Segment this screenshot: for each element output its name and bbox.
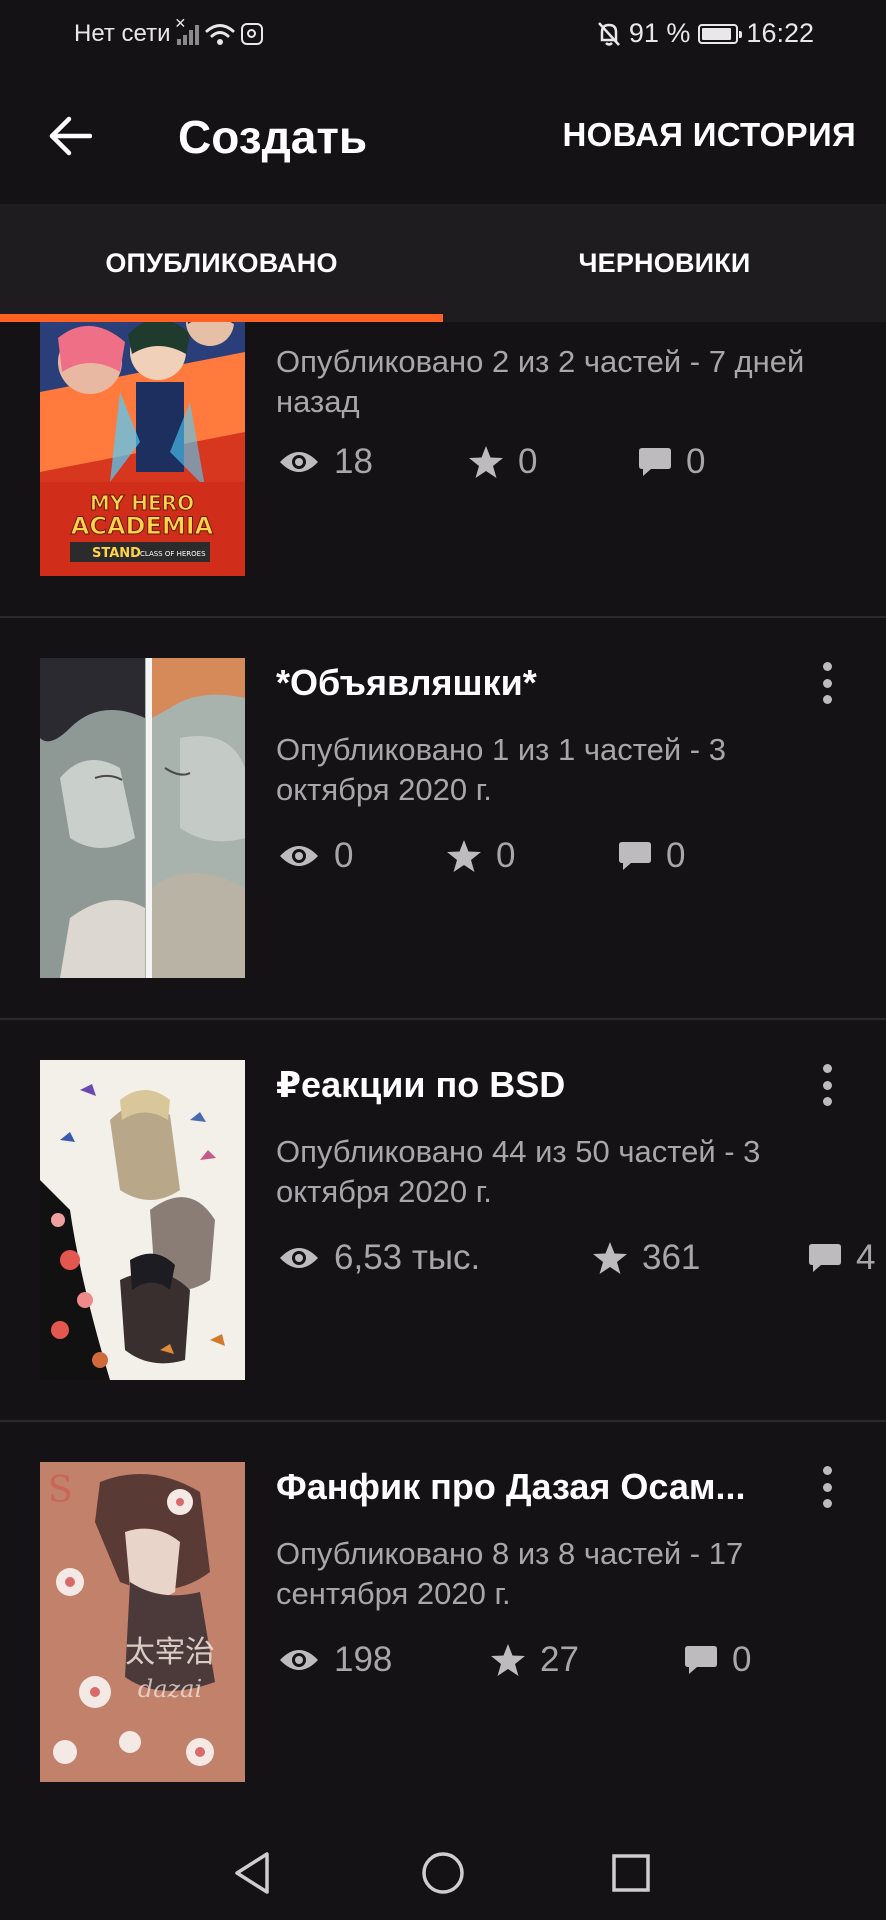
nav-recents-button[interactable] xyxy=(604,1846,658,1900)
story-cover xyxy=(40,658,245,978)
more-vert-icon xyxy=(822,1064,832,1073)
tab-published[interactable]: ОПУБЛИКОВАНО xyxy=(0,204,443,322)
story-cover: MY HERO ACADEMIA STAND CLASS OF HEROES xyxy=(40,322,245,576)
story-item[interactable]: ₽еакции по BSD Опубликовано 44 из 50 час… xyxy=(0,1020,886,1422)
views-stat: 18 xyxy=(278,442,373,482)
story-title: ₽еакции по BSD xyxy=(276,1064,566,1105)
comments-stat: 4 xyxy=(808,1238,875,1278)
comments-stat: 0 xyxy=(684,1640,751,1680)
tab-drafts[interactable]: ЧЕРНОВИКИ xyxy=(443,204,886,322)
comments-stat: 0 xyxy=(618,836,685,876)
comment-icon xyxy=(685,1646,717,1674)
comment-icon xyxy=(619,842,651,870)
story-item[interactable]: *Объявляшки* Опубликовано 1 из 1 частей … xyxy=(0,618,886,1020)
status-left: Нет сети ✕ xyxy=(74,15,263,48)
eye-icon xyxy=(280,846,318,866)
story-meta: Опубликовано 44 из 50 частей - 3 октября… xyxy=(276,1134,761,1209)
views-count: 6,53 тыс. xyxy=(334,1238,481,1277)
story-stats: 198 27 0 xyxy=(278,1640,886,1690)
clock: 16:22 xyxy=(746,18,814,48)
votes-count: 361 xyxy=(642,1238,701,1277)
story-meta: Опубликовано 2 из 2 частей - 7 дней наза… xyxy=(276,344,805,419)
svg-text:STAND: STAND xyxy=(92,546,141,561)
story-item[interactable]: MY HERO ACADEMIA STAND CLASS OF HEROES О… xyxy=(0,322,886,618)
tab-bar: ОПУБЛИКОВАНО ЧЕРНОВИКИ xyxy=(0,204,886,322)
comments-count: 0 xyxy=(732,1640,752,1679)
story-title: Фанфик про Дазая Осам... xyxy=(276,1466,746,1507)
comments-stat: 0 xyxy=(638,442,705,482)
views-stat: 6,53 тыс. xyxy=(278,1238,480,1278)
battery-icon xyxy=(698,23,743,44)
views-stat: 0 xyxy=(278,836,353,876)
page-title: Создать xyxy=(178,111,368,163)
story-stats: 6,53 тыс. 361 4 xyxy=(278,1238,886,1288)
story-stats: 0 0 0 xyxy=(278,836,886,886)
votes-count: 0 xyxy=(518,442,538,481)
more-options-button[interactable] xyxy=(812,1060,842,1110)
status-right: 91 % 16:22 xyxy=(597,18,814,49)
svg-text:ACADEMIA: ACADEMIA xyxy=(71,512,214,540)
more-vert-icon xyxy=(822,1466,832,1475)
star-icon xyxy=(469,446,503,478)
story-stats: 18 0 0 xyxy=(278,442,886,492)
nav-recents-icon xyxy=(612,1854,650,1892)
story-cover xyxy=(40,1060,245,1380)
views-count: 0 xyxy=(334,836,354,875)
votes-count: 0 xyxy=(496,836,516,875)
mute-bell-icon xyxy=(597,21,620,46)
story-cover: 太宰治 dazai S xyxy=(40,1462,245,1782)
app-bar: Создать НОВАЯ ИСТОРИЯ xyxy=(0,66,886,204)
nav-home-button[interactable] xyxy=(416,1846,470,1900)
eye-icon xyxy=(280,1650,318,1670)
story-title: *Объявляшки* xyxy=(276,662,537,703)
back-button[interactable] xyxy=(40,106,100,166)
votes-count: 27 xyxy=(540,1640,579,1679)
nav-back-button[interactable] xyxy=(226,1846,280,1900)
votes-stat: 0 xyxy=(446,836,515,876)
story-item[interactable]: 太宰治 dazai S Фанфик про Дазая Осам... Опу… xyxy=(0,1422,886,1822)
svg-text:S: S xyxy=(48,1470,73,1511)
more-options-button[interactable] xyxy=(812,1462,842,1512)
wifi-icon xyxy=(205,24,234,45)
back-arrow-icon xyxy=(49,116,92,156)
svg-text:太宰治: 太宰治 xyxy=(125,1635,215,1670)
votes-stat: 0 xyxy=(468,442,537,482)
comments-count: 0 xyxy=(666,836,686,875)
system-nav-bar xyxy=(0,1822,886,1920)
nav-home-icon xyxy=(422,1852,464,1894)
star-icon xyxy=(491,1644,525,1676)
stories-container: MY HERO ACADEMIA STAND CLASS OF HEROES О… xyxy=(0,322,886,1822)
comments-count: 4 xyxy=(856,1238,876,1277)
svg-text:dazai: dazai xyxy=(138,1675,202,1703)
eye-icon xyxy=(280,452,318,472)
views-stat: 198 xyxy=(278,1640,392,1680)
svg-text:CLASS OF HEROES: CLASS OF HEROES xyxy=(140,550,206,558)
carrier-label: Нет сети xyxy=(74,20,171,47)
nav-back-icon xyxy=(235,1852,269,1894)
story-meta: Опубликовано 8 из 8 частей - 17 сентября… xyxy=(276,1536,744,1611)
story-meta: Опубликовано 1 из 1 частей - 3 октября 2… xyxy=(276,732,726,807)
comments-count: 0 xyxy=(686,442,706,481)
votes-stat: 361 xyxy=(592,1238,700,1278)
more-options-button[interactable] xyxy=(812,658,842,708)
comment-icon xyxy=(639,448,671,476)
comment-icon xyxy=(809,1244,841,1272)
views-count: 198 xyxy=(334,1640,393,1679)
instagram-icon xyxy=(240,23,263,45)
eye-icon xyxy=(280,1248,318,1268)
views-count: 18 xyxy=(334,442,373,481)
star-icon xyxy=(447,840,481,872)
star-icon xyxy=(593,1242,627,1274)
new-story-button[interactable]: НОВАЯ ИСТОРИЯ xyxy=(563,116,857,154)
battery-percent: 91 % xyxy=(628,18,691,48)
more-vert-icon xyxy=(822,662,832,671)
status-bar: Нет сети ✕ 91 % 16:22 xyxy=(0,0,886,66)
votes-stat: 27 xyxy=(490,1640,579,1680)
signal-icon: ✕ xyxy=(175,15,199,45)
